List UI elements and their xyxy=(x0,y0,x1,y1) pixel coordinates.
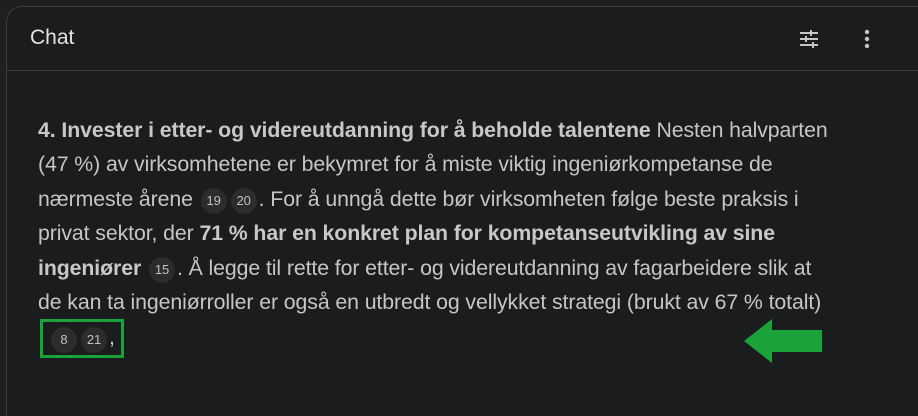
citation-chip[interactable]: 20 xyxy=(230,187,257,214)
chat-panel: Chat 4. Invester i etter- og videreutdan… xyxy=(6,6,918,416)
citation-chip[interactable]: 8 xyxy=(51,327,77,354)
chat-header: Chat xyxy=(7,7,918,71)
message-heading: 4. Invester i etter- og videreutdanning … xyxy=(38,118,651,142)
trailing-comma: , xyxy=(109,325,115,350)
green-arrow-icon xyxy=(744,319,822,363)
citation-chip[interactable]: 15 xyxy=(148,256,175,283)
citation-chip[interactable]: 21 xyxy=(81,327,107,354)
message-content: 4. Invester i etter- og videreutdanning … xyxy=(38,113,828,359)
more-vertical-icon[interactable] xyxy=(851,23,883,55)
citation-chip[interactable]: 19 xyxy=(200,187,227,214)
highlight-box: 8 21, xyxy=(40,319,124,359)
chat-title: Chat xyxy=(30,26,75,49)
tune-icon[interactable] xyxy=(793,23,825,55)
